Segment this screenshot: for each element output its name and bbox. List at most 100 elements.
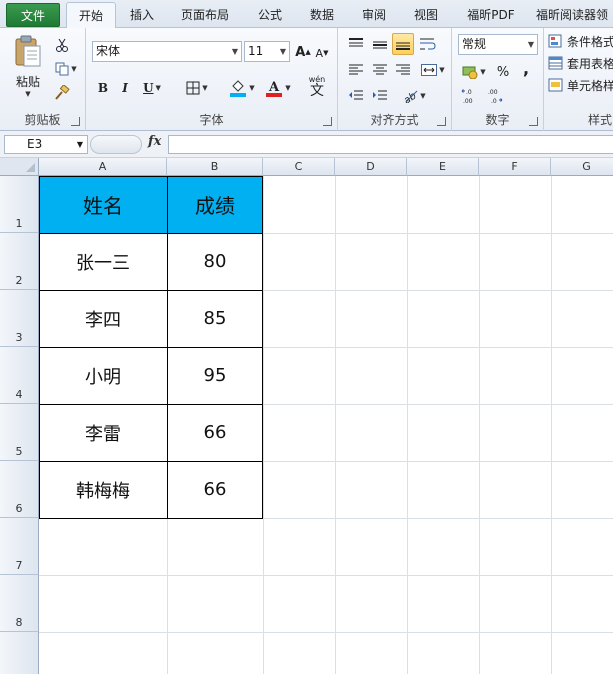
font-size-dropdown[interactable]: 11 ▼ [244, 41, 290, 62]
tab-file[interactable]: 文件 [6, 3, 60, 27]
tab-home[interactable]: 开始 [66, 2, 116, 29]
alignment-dialog-launcher[interactable] [437, 117, 446, 126]
italic-button[interactable]: I [116, 78, 134, 98]
font-size-value: 11 [248, 44, 264, 58]
svg-text:.0: .0 [466, 89, 472, 96]
align-right-icon [396, 64, 410, 75]
cell-styles-icon [548, 78, 563, 92]
underline-icon: U [143, 81, 154, 95]
conditional-format-label: 条件格式 [567, 34, 613, 49]
align-right-button[interactable] [392, 60, 414, 80]
merge-cells-icon [421, 64, 438, 76]
group-clipboard: 粘贴 ▼ ▼ 剪贴板 [0, 28, 86, 131]
format-painter-button[interactable] [52, 84, 72, 102]
name-box[interactable]: E3 ▼ [4, 135, 88, 154]
merge-center-button[interactable]: ▼ [418, 60, 448, 80]
accounting-format-button[interactable]: ▼ [458, 62, 490, 82]
paste-label: 粘贴 [15, 74, 40, 89]
comma-button[interactable]: , [518, 58, 534, 78]
fill-color-button[interactable]: ▼ [226, 78, 258, 98]
worksheet-grid[interactable]: A B C D E F G 1 2 3 4 5 6 7 8 姓名 成绩 张一三 … [0, 158, 613, 674]
tab-review[interactable]: 审阅 [352, 2, 396, 28]
formula-bar-splitter[interactable] [90, 135, 142, 154]
decrease-indent-button[interactable] [346, 86, 366, 106]
format-as-table-button[interactable]: 套用表格 [548, 54, 613, 72]
table-borders [39, 176, 263, 519]
font-color-icon: A [266, 80, 283, 97]
borders-button[interactable]: ▼ [182, 78, 212, 98]
scissors-icon [56, 38, 68, 52]
svg-text:.00: .00 [488, 89, 498, 96]
cell-styles-button[interactable]: 单元格样 [548, 76, 613, 94]
ribbon-tab-bar: 文件 开始 插入 页面布局 公式 数据 审阅 视图 福昕PDF 福昕阅读器领 [0, 0, 613, 29]
grow-font-button[interactable]: A ▲ [294, 42, 312, 62]
tab-formulas[interactable]: 公式 [248, 2, 292, 28]
align-center-icon [373, 64, 387, 75]
formula-bar: E3 ▼ fx [0, 131, 613, 158]
copy-button[interactable]: ▼ [52, 60, 80, 78]
wrap-text-button[interactable] [418, 34, 438, 54]
borders-icon [186, 81, 200, 95]
group-font: 宋体▼ 11▼ A▲ A▼ B I U▼ ▼ ▼ A ▼ wén 文 [86, 28, 338, 131]
number-dialog-launcher[interactable] [529, 117, 538, 126]
cut-button[interactable] [52, 36, 72, 54]
svg-text:.00: .00 [463, 98, 473, 104]
cell-styles-label: 单元格样 [567, 78, 613, 93]
number-format-value: 常规 [462, 37, 487, 51]
wrap-text-icon [420, 38, 436, 50]
currency-icon [462, 66, 478, 79]
underline-button[interactable]: U ▼ [138, 78, 166, 98]
bold-button[interactable]: B [94, 78, 112, 98]
tab-foxit-pdf[interactable]: 福昕PDF [456, 2, 526, 28]
align-left-button[interactable] [346, 60, 366, 80]
align-middle-icon [373, 41, 387, 49]
align-bottom-button[interactable] [392, 33, 414, 55]
increase-indent-button[interactable] [370, 86, 390, 106]
align-top-button[interactable] [346, 34, 366, 54]
phonetic-button[interactable]: wén 文 [300, 74, 334, 100]
copy-icon [55, 62, 69, 76]
font-name-dropdown[interactable]: 宋体 ▼ [92, 41, 242, 62]
formula-input[interactable] [168, 135, 613, 154]
font-color-button[interactable]: A ▼ [262, 78, 294, 98]
decrease-indent-icon [349, 90, 363, 100]
align-left-icon [349, 64, 363, 75]
orientation-button[interactable]: ab ▼ [400, 86, 428, 106]
name-box-value: E3 [27, 137, 43, 151]
paste-icon [15, 35, 41, 66]
font-name-value: 宋体 [96, 44, 121, 58]
decrease-decimal-icon: .00.0 [488, 89, 503, 104]
increase-decimal-button[interactable]: .0.00 [460, 86, 482, 106]
align-center-button[interactable] [370, 60, 390, 80]
insert-function-icon[interactable]: fx [148, 134, 161, 149]
format-as-table-label: 套用表格 [567, 56, 613, 71]
tab-data[interactable]: 数据 [300, 2, 344, 28]
phonetic-char: 文 [310, 83, 324, 99]
percent-button[interactable]: % [494, 62, 512, 82]
grow-font-icon: A [295, 44, 306, 60]
tab-foxit-reader[interactable]: 福昕阅读器领 [536, 2, 613, 28]
shrink-font-icon: A [315, 46, 324, 60]
group-alignment: ▼ ab ▼ 对齐方式 [338, 28, 452, 131]
tab-view[interactable]: 视图 [404, 2, 448, 28]
decrease-decimal-button[interactable]: .00.0 [484, 86, 506, 106]
ribbon: 粘贴 ▼ ▼ 剪贴板 宋体 ▼ 11 ▼ A ▲ A ▼ B I U ▼ ▼ ▼… [0, 28, 613, 131]
align-middle-button[interactable] [370, 34, 390, 54]
paintbrush-icon [55, 85, 70, 100]
align-top-icon [349, 38, 363, 47]
group-styles: 条件格式 套用表格 单元格样 样式 [544, 28, 613, 131]
conditional-format-button[interactable]: 条件格式 [548, 32, 613, 50]
clipboard-dialog-launcher[interactable] [71, 117, 80, 126]
paste-button[interactable]: 粘贴 ▼ [8, 32, 48, 100]
format-table-icon [548, 56, 563, 70]
tab-insert[interactable]: 插入 [120, 2, 164, 28]
conditional-format-icon [548, 34, 562, 48]
number-format-dropdown[interactable]: 常规 ▼ [458, 34, 538, 55]
shrink-font-button[interactable]: A ▼ [314, 44, 330, 62]
alignment-group-label: 对齐方式 [370, 113, 419, 127]
svg-text:.0: .0 [491, 98, 497, 104]
font-dialog-launcher[interactable] [323, 117, 332, 126]
svg-text:A: A [268, 80, 280, 95]
align-bottom-icon [396, 42, 410, 50]
tab-page-layout[interactable]: 页面布局 [170, 2, 240, 28]
